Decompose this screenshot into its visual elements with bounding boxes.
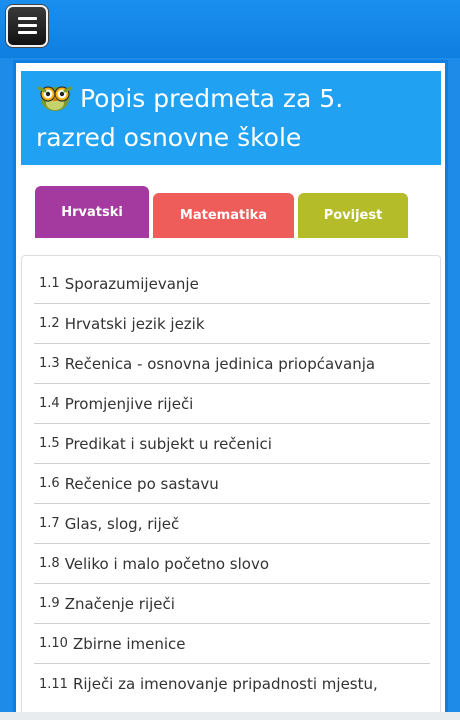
lesson-label: Hrvatski jezik jezik <box>64 314 205 333</box>
lesson-label: Zbirne imenice <box>72 634 186 653</box>
lesson-number: 1.9 <box>39 596 60 611</box>
bottom-strip <box>0 712 460 720</box>
list-item[interactable]: 1.2 Hrvatski jezik jezik <box>34 304 430 344</box>
page-title-text: Popis predmeta za 5. razred osnovne škol… <box>36 84 344 152</box>
lesson-number: 1.2 <box>39 316 60 331</box>
lesson-number: 1.1 <box>39 276 60 291</box>
menu-button[interactable] <box>6 5 48 47</box>
subject-card: Popis predmeta za 5. razred osnovne škol… <box>13 60 448 720</box>
list-item[interactable]: 1.11 Riječi za imenovanje pripadnosti mje… <box>34 664 430 704</box>
lesson-label: Glas, slog, riječ <box>64 514 180 533</box>
lesson-label: Značenje riječi <box>64 594 175 613</box>
list-item[interactable]: 1.5 Predikat i subjekt u rečenici <box>34 424 430 464</box>
lesson-number: 1.3 <box>39 356 60 371</box>
page-title: Popis predmeta za 5. razred osnovne škol… <box>36 79 427 157</box>
list-item[interactable]: 1.7 Glas, slog, riječ <box>34 504 430 544</box>
list-item[interactable]: 1.3 Rečenica - osnovna jedinica priopćava… <box>34 344 430 384</box>
list-item[interactable]: 1.6 Rečenice po sastavu <box>34 464 430 504</box>
lesson-number: 1.8 <box>39 556 60 571</box>
lesson-list: 1.1 Sporazumijevanje 1.2 Hrvatski jezik je… <box>34 264 430 704</box>
lesson-label: Riječi za imenovanje pripadnosti mjestu, <box>72 675 378 693</box>
lesson-number: 1.7 <box>39 516 60 531</box>
tab-matematika[interactable]: Matematika <box>153 193 294 238</box>
lesson-list-panel: 1.1 Sporazumijevanje 1.2 Hrvatski jezik je… <box>21 255 441 720</box>
lesson-number: 1.4 <box>39 396 60 411</box>
lesson-label: Rečenice po sastavu <box>64 474 219 493</box>
lesson-number: 1.10 <box>39 636 68 651</box>
lesson-label: Predikat i subjekt u rečenici <box>64 434 272 453</box>
list-item[interactable]: 1.1 Sporazumijevanje <box>34 264 430 304</box>
subject-tabs: Hrvatski Matematika Povijest <box>35 186 415 241</box>
owl-icon <box>37 86 73 111</box>
page-header: Popis predmeta za 5. razred osnovne škol… <box>21 71 441 165</box>
lesson-number: 1.5 <box>39 436 60 451</box>
top-bar <box>0 0 460 58</box>
tab-hrvatski[interactable]: Hrvatski <box>35 186 149 238</box>
list-item[interactable]: 1.8 Veliko i malo početno slovo <box>34 544 430 584</box>
lesson-label: Sporazumijevanje <box>64 274 199 293</box>
lesson-number: 1.11 <box>39 676 68 692</box>
list-item[interactable]: 1.9 Značenje riječi <box>34 584 430 624</box>
lesson-label: Promjenjive riječi <box>64 394 194 413</box>
lesson-label: Veliko i malo početno slovo <box>64 554 270 573</box>
tab-povijest[interactable]: Povijest <box>298 193 408 238</box>
list-item[interactable]: 1.4 Promjenjive riječi <box>34 384 430 424</box>
list-item[interactable]: 1.10 Zbirne imenice <box>34 624 430 664</box>
lesson-label: Rečenica - osnovna jedinica priopćavanja <box>64 354 376 373</box>
lesson-number: 1.6 <box>39 476 60 491</box>
